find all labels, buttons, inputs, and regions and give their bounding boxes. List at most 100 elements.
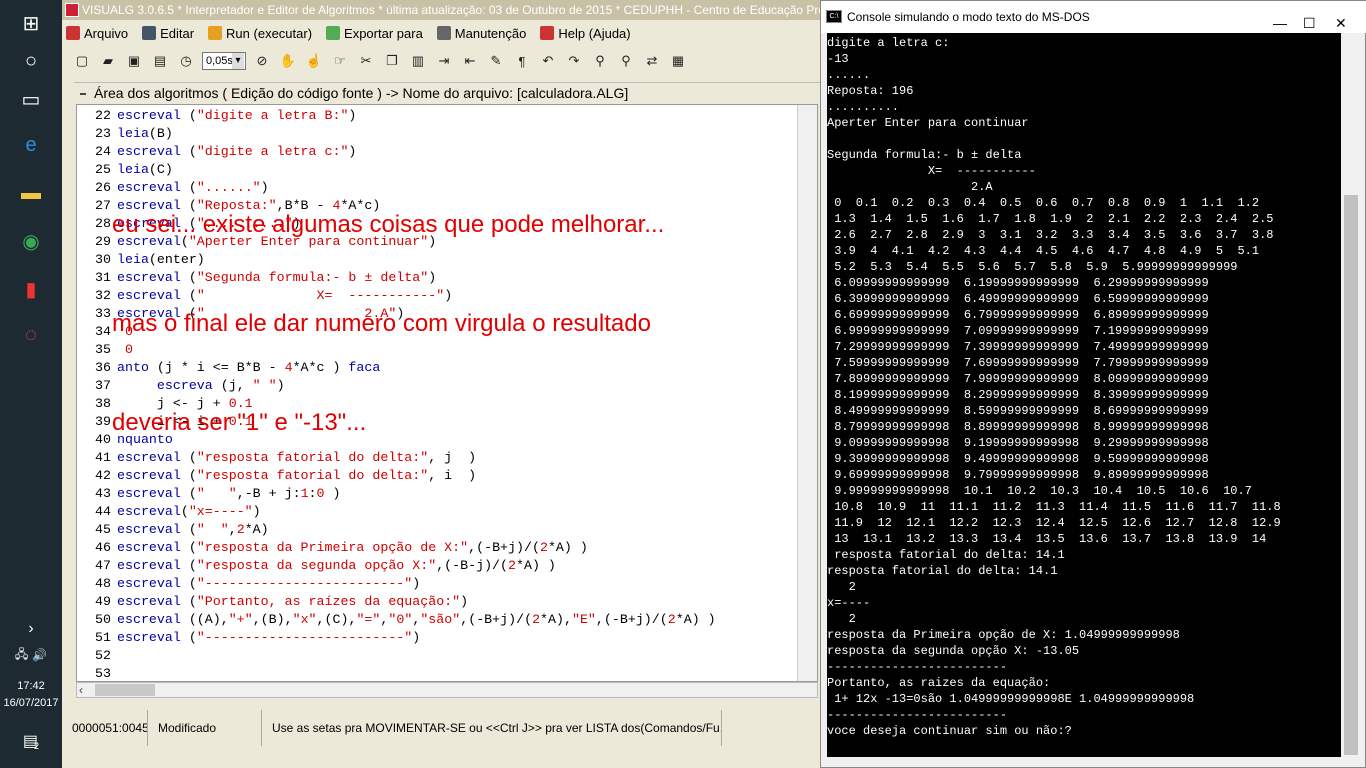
code-text: escreval ("resposta fatorial do delta:",… [117, 450, 477, 465]
hand-alt-button[interactable]: ☝ [304, 51, 324, 71]
find-button[interactable]: ⚲ [590, 51, 610, 71]
print-button[interactable]: ▤ [150, 51, 170, 71]
code-line[interactable]: 22 escreval ("digite a letra B:") [77, 107, 797, 125]
binoculars-next-icon: ⚲ [621, 53, 631, 68]
task-view-button[interactable]: ▭ [0, 76, 62, 122]
console-scrollbar[interactable] [1341, 33, 1361, 757]
code-line[interactable]: 47 escreval ("resposta da segunda opção X… [77, 557, 797, 575]
edge-button[interactable]: e [0, 122, 62, 168]
code-line[interactable]: 41 escreval ("resposta fatorial do delta:… [77, 449, 797, 467]
editor-vertical-scrollbar[interactable] [797, 105, 817, 681]
calculator-button[interactable]: ▦ [668, 51, 688, 71]
indent-button[interactable]: ⇥ [434, 51, 454, 71]
code-line[interactable]: 38 j <- j + 0.1 [77, 395, 797, 413]
action-center-button[interactable]: ▤ 2 [0, 718, 62, 764]
stop-button[interactable]: ⊘ [252, 51, 272, 71]
tray-icons[interactable]: 🖧 🔊 [0, 632, 62, 678]
console-line: voce deseja continuar sim ou não:? [827, 724, 1072, 738]
undo-button[interactable]: ↶ [538, 51, 558, 71]
clock-date[interactable]: 16/07/2017 [0, 697, 62, 709]
copy-icon: ❐ [386, 53, 398, 68]
code-line[interactable]: 39 i <- i + 0.1 [77, 413, 797, 431]
code-line[interactable]: 26 escreval ("......") [77, 179, 797, 197]
format-button[interactable]: ¶ [512, 51, 532, 71]
console-line: 2.6 2.7 2.8 2.9 3 3.1 3.2 3.3 3.4 3.5 3.… [827, 228, 1274, 242]
indent-icon: ⇥ [438, 53, 450, 68]
speed-select[interactable]: 0,05s [202, 52, 246, 70]
menu-help[interactable]: Help (Ajuda) [540, 26, 631, 41]
menu-manutencao[interactable]: Manutenção [436, 26, 526, 41]
chrome-button[interactable]: ◉ [0, 218, 62, 264]
visualg-icon: ▮ [25, 278, 37, 301]
code-line[interactable]: 52 [77, 647, 797, 665]
code-line[interactable]: 28 escreval ("..........") [77, 215, 797, 233]
folder-icon: ▬ [21, 181, 41, 204]
console-title-bar[interactable]: C:\ Console simulando o modo texto do MS… [821, 1, 1366, 33]
code-line[interactable]: 42 escreval ("resposta fatorial do delta:… [77, 467, 797, 485]
line-number: 49 [95, 594, 111, 609]
code-line[interactable]: 25 leia(C) [77, 161, 797, 179]
visualg-task-button[interactable]: ▮ [0, 266, 62, 312]
editor-area-title-text: Área dos algoritmos ( Edição do código f… [94, 85, 629, 101]
save-button[interactable]: ▣ [124, 51, 144, 71]
code-line[interactable]: 31 escreval ("Segunda formula:- b ± delta… [77, 269, 797, 287]
hand-alt-icon: ☝ [305, 53, 323, 68]
explorer-button[interactable]: ▬ [0, 170, 62, 216]
outdent-button[interactable]: ⇤ [460, 51, 480, 71]
find-next-button[interactable]: ⚲ [616, 51, 636, 71]
console-line: 7.29999999999999 7.39999999999999 7.4999… [827, 340, 1209, 354]
code-line[interactable]: 32 escreval (" X= -----------") [77, 287, 797, 305]
code-line[interactable]: 53 [77, 665, 797, 681]
code-line[interactable]: 49 escreval ("Portanto, as raízes da equa… [77, 593, 797, 611]
horizontal-scroll-thumb[interactable] [95, 684, 155, 696]
code-line[interactable]: 30 leia(enter) [77, 251, 797, 269]
code-line[interactable]: 34 0 [77, 323, 797, 341]
code-line[interactable]: 44 escreval("x=----") [77, 503, 797, 521]
code-line[interactable]: 51 escreval ("-------------------------") [77, 629, 797, 647]
code-line[interactable]: 36 anto (j * i <= B*B - 4*A*c ) faca [77, 359, 797, 377]
code-line[interactable]: 37 escreva (j, " ") [77, 377, 797, 395]
editor-horizontal-scrollbar[interactable]: ‹ [76, 682, 818, 698]
code-line[interactable]: 43 escreval (" ",-B + j:1:0 ) [77, 485, 797, 503]
redo-button[interactable]: ↷ [564, 51, 584, 71]
visualg-title-bar[interactable]: VISUALG 3.0.6.5 * Interpretador e Editor… [62, 0, 820, 20]
replace-button[interactable]: ⇄ [642, 51, 662, 71]
code-line[interactable]: 29 escreval("Aperter Enter para continuar… [77, 233, 797, 251]
code-line[interactable]: 48 escreval ("-------------------------") [77, 575, 797, 593]
menu-exportar[interactable]: Exportar para [326, 26, 423, 41]
clock-time[interactable]: 17:42 [0, 680, 62, 692]
hand-button[interactable]: ✋ [278, 51, 298, 71]
code-line[interactable]: 45 escreval (" ",2*A) [77, 521, 797, 539]
code-line[interactable]: 33 escreval (" 2.A") [77, 305, 797, 323]
open-file-button[interactable]: ▰ [98, 51, 118, 71]
new-file-button[interactable]: ▢ [72, 51, 92, 71]
line-number: 37 [95, 378, 111, 393]
menu-editar[interactable]: Editar [142, 26, 194, 41]
code-line[interactable]: 35 0 [77, 341, 797, 359]
code-editor[interactable]: 22 escreval ("digite a letra B:") 23 leia(B… [76, 104, 818, 682]
copy-button[interactable]: ❐ [382, 51, 402, 71]
hand-step-button[interactable]: ☞ [330, 51, 350, 71]
code-text: escreval (" X= -----------") [117, 288, 453, 303]
console-line: ------------------------- [827, 660, 1008, 674]
code-line[interactable]: 40 nquanto [77, 431, 797, 449]
menu-arquivo[interactable]: Arquivo [66, 26, 128, 41]
scroll-left-icon[interactable]: ‹ [79, 683, 83, 697]
code-line[interactable]: 23 leia(B) [77, 125, 797, 143]
code-text: escreval (" ",2*A) [117, 522, 269, 537]
console-line: 9.39999999999998 9.49999999999998 9.5999… [827, 452, 1209, 466]
paste-button[interactable]: ▥ [408, 51, 428, 71]
code-line[interactable]: 27 escreval ("Reposta:",B*B - 4*A*c) [77, 197, 797, 215]
code-line[interactable]: 24 escreval ("digite a letra c:") [77, 143, 797, 161]
timer-button[interactable]: ◷ [176, 51, 196, 71]
console-line: 1+ 12x -13=0são 1.04999999999998E 1.0499… [827, 692, 1195, 706]
editor-area-title: Área dos algoritmos ( Edição do código f… [74, 82, 820, 102]
code-line[interactable]: 46 escreval ("resposta da Primeira opção … [77, 539, 797, 557]
console-scroll-thumb[interactable] [1344, 195, 1358, 755]
comment-button[interactable]: ✎ [486, 51, 506, 71]
menu-run[interactable]: Run (executar) [208, 26, 312, 41]
cut-button[interactable]: ✂ [356, 51, 376, 71]
code-line[interactable]: 50 escreval ((A),"+",(B),"x",(C),"=","0",… [77, 611, 797, 629]
app-task-button[interactable]: ◌ [0, 312, 62, 358]
console-output[interactable]: digite a letra c: -13...... Reposta: 196..… [827, 33, 1341, 757]
